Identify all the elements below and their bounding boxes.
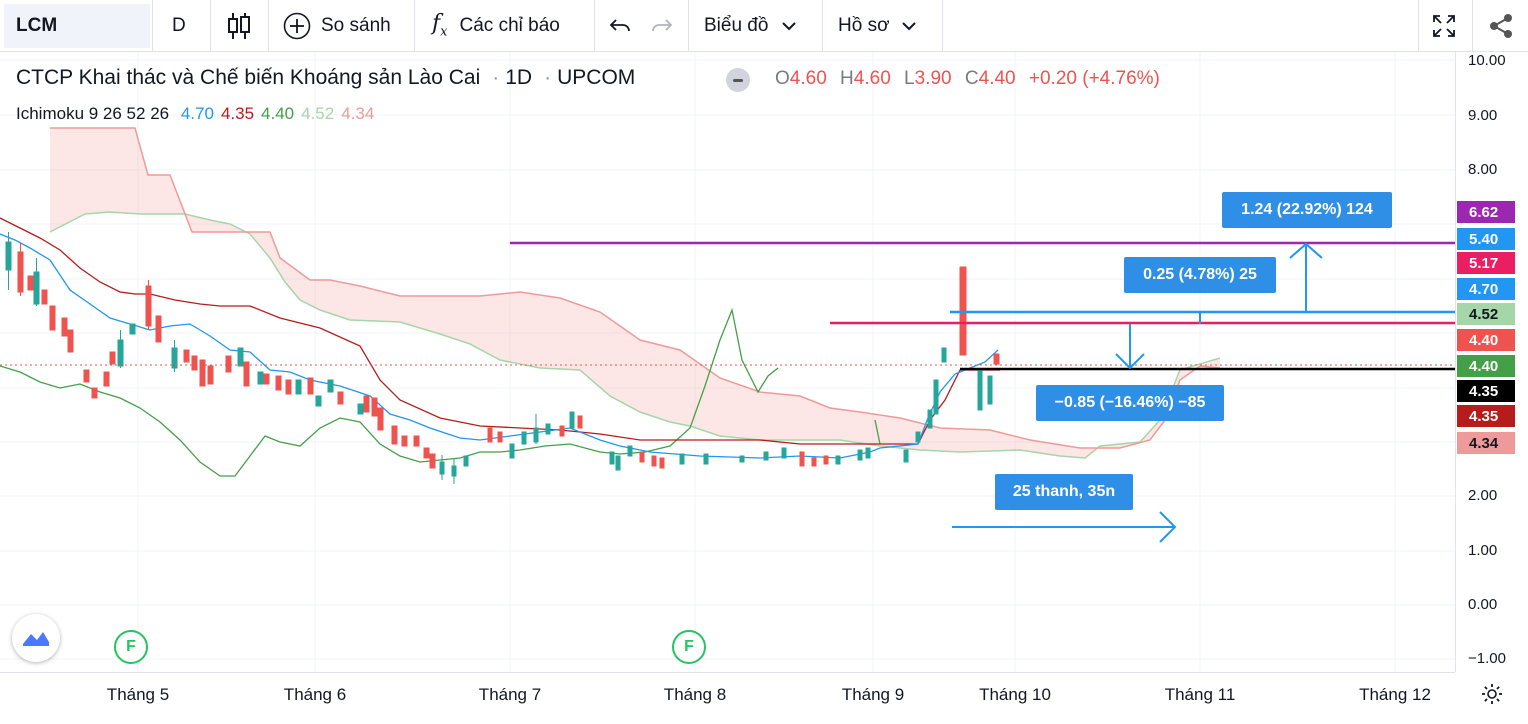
price-label: 4.70 bbox=[1457, 278, 1515, 300]
measure-callout-upper[interactable]: 1.24 (22.92%) 124 bbox=[1222, 192, 1392, 228]
time-tick: Tháng 5 bbox=[106, 685, 170, 704]
fullscreen-icon bbox=[1433, 14, 1455, 37]
price-label: 4.40 bbox=[1457, 355, 1515, 377]
compare-label: So sánh bbox=[321, 14, 391, 36]
dividend-marker[interactable]: F bbox=[672, 630, 706, 664]
ichimoku-value: 4.70 bbox=[180, 104, 214, 123]
share-button[interactable] bbox=[1488, 0, 1514, 51]
ichimoku-value: 4.40 bbox=[261, 104, 295, 123]
measure-callout-lower[interactable]: −0.85 (−16.46%) −85 bbox=[1036, 385, 1224, 421]
price-label: 4.40 bbox=[1457, 329, 1515, 351]
plus-circle-icon bbox=[283, 12, 311, 39]
date-range-callout[interactable]: 25 thanh, 35n bbox=[995, 474, 1133, 510]
price-label: 4.35 bbox=[1457, 380, 1515, 402]
indicators-label: Các chỉ báo bbox=[459, 14, 560, 36]
open-value: 4.60 bbox=[789, 68, 827, 89]
fx-icon: fx bbox=[432, 11, 448, 40]
price-label: 5.40 bbox=[1457, 228, 1515, 250]
time-tick: Tháng 9 bbox=[841, 685, 905, 704]
time-tick: Tháng 6 bbox=[283, 685, 347, 704]
profile-dropdown[interactable]: Hồ sơ bbox=[838, 0, 918, 51]
close-value: 4.40 bbox=[978, 68, 1016, 89]
settings-button[interactable] bbox=[1480, 682, 1504, 711]
price-tick: 1.00 bbox=[1468, 542, 1498, 559]
indicators-button[interactable]: fx Các chỉ báo bbox=[432, 0, 560, 51]
compare-button[interactable]: So sánh bbox=[283, 0, 391, 51]
gear-icon bbox=[1482, 684, 1502, 704]
price-tick: 2.00 bbox=[1468, 487, 1498, 504]
ichimoku-value: 4.34 bbox=[341, 104, 375, 123]
price-label: 4.34 bbox=[1457, 432, 1515, 454]
chevron-down-icon bbox=[901, 21, 916, 30]
time-tick: Tháng 8 bbox=[663, 685, 727, 704]
price-tick: 8.00 bbox=[1468, 161, 1498, 178]
top-toolbar: LCM D So sánh fx Các chỉ báo Biểu đồ Hồ … bbox=[0, 0, 1528, 52]
price-tick: 9.00 bbox=[1468, 107, 1498, 124]
undo-button[interactable] bbox=[608, 0, 632, 51]
interval-label: D bbox=[172, 14, 186, 36]
price-label: 5.17 bbox=[1457, 252, 1515, 274]
price-label: 4.52 bbox=[1457, 303, 1515, 325]
redo-icon bbox=[652, 18, 673, 31]
legend-exchange: UPCOM bbox=[557, 66, 636, 89]
chart-type-label: Biểu đồ bbox=[704, 14, 769, 36]
price-tick: 0.00 bbox=[1468, 596, 1498, 613]
time-tick: Tháng 11 bbox=[1164, 685, 1236, 704]
symbol-label: LCM bbox=[16, 15, 58, 36]
fullscreen-button[interactable] bbox=[1432, 0, 1456, 51]
profile-label: Hồ sơ bbox=[838, 14, 890, 36]
undo-icon bbox=[609, 18, 630, 31]
ohlc-values: O4.60 H4.60 L3.90 C4.40 +0.20 (+4.76%) bbox=[775, 68, 1160, 89]
price-label: 4.35 bbox=[1457, 405, 1515, 427]
redo-button[interactable] bbox=[650, 0, 674, 51]
chevron-down-icon bbox=[782, 21, 797, 30]
high-value: 4.60 bbox=[853, 68, 891, 89]
time-axis[interactable]: Tháng 5 Tháng 6 Tháng 7 Tháng 8 Tháng 9 … bbox=[0, 672, 1455, 724]
symbol-search-button[interactable]: LCM bbox=[4, 4, 150, 48]
collapse-legend-button[interactable] bbox=[726, 68, 750, 92]
price-label: 6.62 bbox=[1457, 201, 1515, 223]
legend-interval: 1D bbox=[505, 66, 533, 89]
low-value: 3.90 bbox=[914, 68, 952, 89]
price-tick: −1.00 bbox=[1468, 650, 1506, 667]
ichimoku-label: Ichimoku 9 26 52 26 bbox=[16, 104, 170, 123]
interval-button[interactable]: D bbox=[172, 0, 186, 51]
ichimoku-value: 4.52 bbox=[301, 104, 335, 123]
price-chart[interactable] bbox=[0, 52, 1455, 672]
chart-type-dropdown[interactable]: Biểu đồ bbox=[704, 0, 798, 51]
change-value: +0.20 (+4.76%) bbox=[1028, 68, 1160, 89]
measure-callout-middle[interactable]: 0.25 (4.78%) 25 bbox=[1124, 257, 1276, 293]
candles-icon[interactable] bbox=[226, 0, 252, 51]
ichimoku-legend[interactable]: Ichimoku 9 26 52 26 4.70 4.35 4.40 4.52 4.34 bbox=[16, 104, 388, 124]
tradingview-logo[interactable] bbox=[12, 614, 60, 662]
share-icon bbox=[1490, 13, 1512, 38]
dividend-marker[interactable]: F bbox=[114, 630, 148, 664]
time-tick: Tháng 7 bbox=[478, 685, 542, 704]
legend-title: CTCP Khai thác và Chế biến Khoáng sản Là… bbox=[16, 66, 481, 89]
logo-icon bbox=[23, 632, 49, 646]
time-tick: Tháng 10 bbox=[979, 685, 1051, 704]
price-tick: 10.00 bbox=[1468, 52, 1506, 69]
symbol-legend: CTCP Khai thác và Chế biến Khoáng sản Là… bbox=[16, 66, 636, 89]
time-tick: Tháng 12 bbox=[1359, 685, 1431, 704]
ichimoku-value: 4.35 bbox=[220, 104, 255, 123]
